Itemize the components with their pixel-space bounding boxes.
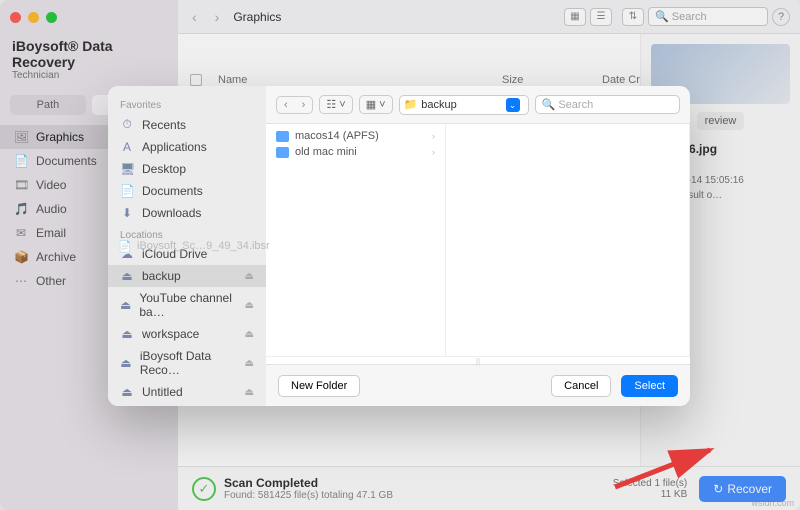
select-all-checkbox[interactable] — [190, 74, 202, 86]
item-label: iBoysoft_Sc…9_49_34.ibsr — [137, 240, 270, 252]
category-label: Graphics — [36, 130, 84, 144]
search-input[interactable]: 🔍 Search — [648, 7, 768, 26]
category-label: Other — [36, 274, 66, 288]
footer: ✓ Scan Completed Found: 581425 file(s) t… — [178, 466, 800, 510]
app-title: iBoysoft® Data Recovery — [12, 38, 166, 70]
nav-forward-icon[interactable]: › — [211, 9, 224, 25]
selected-size: 11 KB — [613, 489, 687, 500]
search-placeholder: Search — [672, 11, 707, 23]
dialog-column-1[interactable]: 📄iBoysoft_Sc…9_49_34.ibsrmacos14 (APFS)›… — [266, 124, 446, 356]
category-icon: 📦 — [14, 250, 28, 264]
category-icon: 🎞 — [14, 178, 28, 192]
category-icon: ⋯ — [14, 274, 28, 288]
category-label: Audio — [36, 202, 67, 216]
browser-item: 📄 iBoysoft_Sc…9_49_34.ibsr — [108, 86, 690, 406]
breadcrumb: Graphics — [233, 10, 281, 24]
traffic-lights — [10, 12, 57, 23]
scan-status-detail: Found: 581425 file(s) totaling 47.1 GB — [224, 490, 393, 501]
watermark: wsidn.com — [751, 498, 794, 508]
category-label: Documents — [36, 154, 97, 168]
help-button[interactable]: ? — [772, 8, 790, 26]
sort-button[interactable]: ⇅ — [622, 8, 644, 26]
category-icon: 📄 — [14, 154, 28, 168]
preview-button[interactable]: review — [697, 112, 745, 130]
close-window-button[interactable] — [10, 12, 21, 23]
minimize-window-button[interactable] — [28, 12, 39, 23]
category-icon: ✉ — [14, 226, 28, 240]
file-icon: 📄 — [118, 240, 131, 253]
category-label: Archive — [36, 250, 76, 264]
dialog-column-view: 📄iBoysoft_Sc…9_49_34.ibsrmacos14 (APFS)›… — [266, 124, 690, 356]
category-label: Video — [36, 178, 66, 192]
category-icon: 🎵 — [14, 202, 28, 216]
category-icon: 🖼 — [14, 130, 28, 144]
tab-path[interactable]: Path — [10, 95, 86, 115]
recover-label: Recover — [727, 482, 772, 496]
content-toolbar: ‹ › Graphics ▦ ☰ ⇅ 🔍 Search ? — [178, 0, 800, 34]
app-subtitle: Technician — [12, 70, 166, 81]
grid-view-button[interactable]: ▦ — [564, 8, 586, 26]
nav-back-icon[interactable]: ‹ — [188, 9, 201, 25]
selected-count: Selected 1 file(s) — [613, 478, 687, 489]
list-view-button[interactable]: ☰ — [590, 8, 612, 26]
scan-status-title: Scan Completed — [224, 476, 393, 490]
maximize-window-button[interactable] — [46, 12, 57, 23]
scan-complete-icon: ✓ — [192, 477, 216, 501]
save-dialog: Favorites ⏱RecentsAApplications🖥Desktop📄… — [108, 86, 690, 406]
category-label: Email — [36, 226, 66, 240]
